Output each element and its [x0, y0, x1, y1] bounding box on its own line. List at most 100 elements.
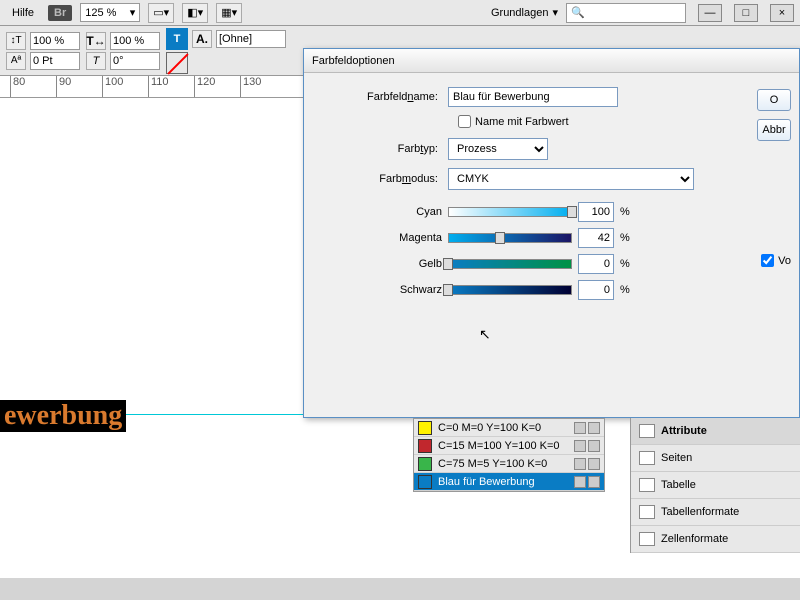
view-options-button[interactable]: ◧▾ — [182, 3, 208, 23]
close-button[interactable]: × — [770, 4, 794, 22]
workspace-label: Grundlagen — [491, 7, 549, 19]
magenta-slider[interactable] — [448, 233, 572, 243]
dialog-titlebar[interactable]: Farbfeldoptionen — [304, 49, 799, 73]
panel-label: Zellenformate — [661, 533, 728, 545]
name-with-value-checkbox[interactable] — [458, 115, 471, 128]
swatch-row-selected[interactable]: Blau für Bewerbung — [414, 473, 604, 491]
swatch-name-label: Farbfeldname: — [338, 91, 448, 103]
swatch-mode-icon — [574, 458, 586, 470]
panel-label: Tabelle — [661, 479, 696, 491]
ruler-tick: 130 — [240, 76, 261, 97]
preview-checkbox[interactable] — [761, 254, 774, 267]
chevron-down-icon: ▾ — [130, 6, 136, 19]
swatch-mode-icon — [574, 422, 586, 434]
skew-icon: T — [86, 52, 106, 70]
gelb-label: Gelb — [338, 258, 442, 270]
swatch-row[interactable]: C=15 M=100 Y=100 K=0 — [414, 437, 604, 455]
cyan-label: Cyan — [338, 206, 442, 218]
workspace-switcher[interactable]: Grundlagen▾ — [491, 6, 558, 19]
swatch-label: C=0 M=0 Y=100 K=0 — [438, 422, 541, 434]
table-styles-icon — [639, 505, 655, 519]
percent-label: % — [620, 258, 634, 270]
char-style-dropdown[interactable]: [Ohne] — [216, 30, 286, 48]
schwarz-value-input[interactable] — [578, 280, 614, 300]
panel-tabellenformate[interactable]: Tabellenformate — [631, 499, 800, 526]
ruler-tick: 90 — [56, 76, 71, 97]
swatch-type-icon — [588, 422, 600, 434]
vertical-scale-input[interactable]: 100 % — [30, 32, 80, 50]
char-style-icon: A. — [192, 30, 212, 48]
baseline-shift-input[interactable]: 0 Pt — [30, 52, 80, 70]
gelb-slider[interactable] — [448, 259, 572, 269]
percent-label: % — [620, 232, 634, 244]
schwarz-slider[interactable] — [448, 285, 572, 295]
cancel-button[interactable]: Abbr — [757, 119, 791, 141]
panel-label: Seiten — [661, 452, 692, 464]
swatches-panel: C=0 M=0 Y=100 K=0 C=15 M=100 Y=100 K=0 C… — [413, 418, 605, 492]
panel-zellenformate[interactable]: Zellenformate — [631, 526, 800, 553]
cyan-slider[interactable] — [448, 207, 572, 217]
color-type-label: Farbtyp: — [338, 143, 448, 155]
horizontal-scale-input[interactable]: 100 % — [110, 32, 160, 50]
swatch-label: C=75 M=5 Y=100 K=0 — [438, 458, 547, 470]
swatch-options-dialog: Farbfeldoptionen Farbfeldname: Name mit … — [303, 48, 800, 418]
swatch-row[interactable]: C=0 M=0 Y=100 K=0 — [414, 419, 604, 437]
menu-bar: Hilfe Br 125 %▾ ▭▾ ◧▾ ▦▾ Grundlagen▾ 🔍 —… — [0, 0, 800, 26]
minimize-button[interactable]: — — [698, 4, 722, 22]
swatch-chip — [418, 457, 432, 471]
fill-color-text[interactable]: T — [166, 28, 188, 50]
swatch-chip — [418, 475, 432, 489]
attribute-icon — [639, 424, 655, 438]
panel-attribute[interactable]: Attribute — [631, 418, 800, 445]
maximize-button[interactable]: □ — [734, 4, 758, 22]
schwarz-label: Schwarz — [338, 284, 442, 296]
color-mode-dropdown[interactable]: CMYK — [448, 168, 694, 190]
text-content: ewerbung — [4, 400, 122, 431]
swatch-chip — [418, 439, 432, 453]
percent-label: % — [620, 284, 634, 296]
gelb-value-input[interactable] — [578, 254, 614, 274]
swatch-row[interactable]: C=75 M=5 Y=100 K=0 — [414, 455, 604, 473]
chevron-down-icon: ▾ — [552, 6, 558, 19]
screen-mode-button[interactable]: ▭▾ — [148, 3, 174, 23]
panel-tabelle[interactable]: Tabelle — [631, 472, 800, 499]
right-panels: Attribute Seiten Tabelle Tabellenformate… — [630, 418, 800, 553]
ok-button[interactable]: O — [757, 89, 791, 111]
swatch-type-icon — [588, 476, 600, 488]
ruler-tick: 80 — [10, 76, 25, 97]
magenta-value-input[interactable] — [578, 228, 614, 248]
zoom-value: 125 % — [85, 7, 116, 19]
swatch-type-icon — [588, 440, 600, 452]
table-icon — [639, 478, 655, 492]
stroke-color-none[interactable] — [166, 52, 188, 74]
vertical-scale-icon: ↕T — [6, 32, 26, 50]
dialog-title: Farbfeldoptionen — [312, 55, 395, 67]
swatch-name-input[interactable] — [448, 87, 618, 107]
skew-input[interactable]: 0° — [110, 52, 160, 70]
preview-label: Vo — [778, 255, 791, 267]
swatch-label: C=15 M=100 Y=100 K=0 — [438, 440, 560, 452]
magenta-label: Magenta — [338, 232, 442, 244]
zoom-dropdown[interactable]: 125 % ▾ — [80, 3, 140, 22]
menu-help[interactable]: Hilfe — [6, 5, 40, 21]
search-input[interactable]: 🔍 — [566, 3, 686, 23]
percent-label: % — [620, 206, 634, 218]
swatch-type-icon — [588, 458, 600, 470]
cyan-value-input[interactable] — [578, 202, 614, 222]
swatch-mode-icon — [574, 440, 586, 452]
ruler-tick: 100 — [102, 76, 123, 97]
bridge-badge[interactable]: Br — [48, 5, 72, 21]
search-icon: 🔍 — [571, 6, 585, 19]
panel-label: Attribute — [661, 425, 707, 437]
swatch-label: Blau für Bewerbung — [438, 476, 535, 488]
baseline-shift-icon: Aª — [6, 52, 26, 70]
name-with-value-label: Name mit Farbwert — [475, 116, 569, 128]
pages-icon — [639, 451, 655, 465]
horizontal-scale-icon: T↔ — [86, 32, 106, 50]
panel-seiten[interactable]: Seiten — [631, 445, 800, 472]
text-frame[interactable]: ewerbung — [0, 400, 126, 432]
cell-styles-icon — [639, 532, 655, 546]
arrange-button[interactable]: ▦▾ — [216, 3, 242, 23]
color-type-dropdown[interactable]: Prozess — [448, 138, 548, 160]
panel-label: Tabellenformate — [661, 506, 739, 518]
